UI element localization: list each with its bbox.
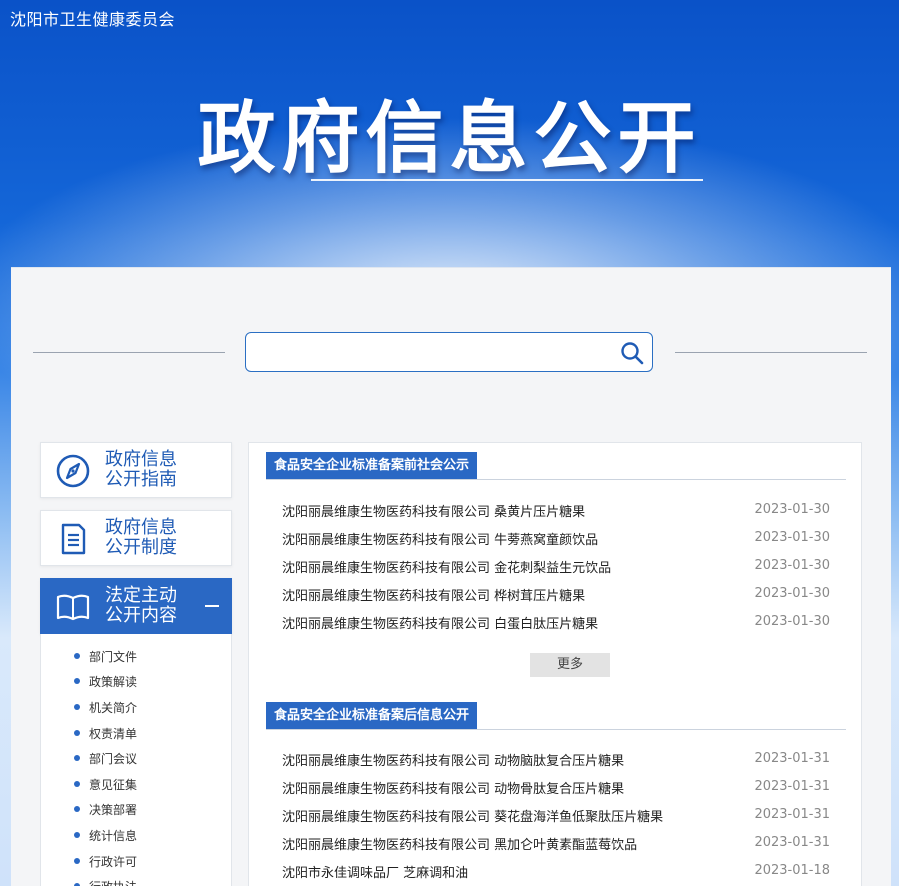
section-title[interactable]: 食品安全企业标准备案前社会公示: [266, 452, 478, 479]
list-item[interactable]: 沈阳丽晨维康生物医药科技有限公司 桦树茸压片糖果 2023-01-30: [282, 585, 830, 607]
sidebar-card-guide[interactable]: 政府信息 公开指南: [40, 442, 232, 498]
content-area: 食品安全企业标准备案前社会公示 沈阳丽晨维康生物医药科技有限公司 桑黄片压片糖果…: [248, 442, 862, 886]
search-input[interactable]: [254, 339, 604, 365]
search-icon[interactable]: [620, 341, 644, 365]
bullet-icon: [74, 781, 80, 787]
list-item[interactable]: 沈阳丽晨维康生物医药科技有限公司 金花刺梨益生元饮品 2023-01-30: [282, 557, 830, 579]
bullet-icon: [74, 704, 80, 710]
bullet-icon: [74, 858, 80, 864]
bullet-icon: [74, 832, 80, 838]
bullet-icon: [74, 806, 80, 812]
sidebar-card-label: 政府信息 公开制度: [105, 517, 177, 558]
section-title[interactable]: 食品安全企业标准备案后信息公开: [266, 702, 478, 729]
site-name[interactable]: 沈阳市卫生健康委员会: [10, 6, 175, 30]
section-header: 食品安全企业标准备案后信息公开: [266, 702, 846, 730]
title-underline: [311, 179, 703, 181]
list-item[interactable]: 沈阳丽晨维康生物医药科技有限公司 牛蒡燕窝童颜饮品 2023-01-30: [282, 529, 830, 551]
sidebar-card-statutory[interactable]: 法定主动 公开内容: [40, 578, 232, 634]
list-item[interactable]: 沈阳丽晨维康生物医药科技有限公司 动物骨肽复合压片糖果 2023-01-31: [282, 778, 830, 800]
more-button[interactable]: 更多: [530, 653, 610, 677]
sidebar-card-label: 政府信息 公开指南: [105, 449, 177, 490]
bullet-icon: [74, 730, 80, 736]
book-icon: [56, 594, 90, 621]
search-box: [245, 332, 653, 372]
list-item[interactable]: 沈阳丽晨维康生物医药科技有限公司 动物脑肽复合压片糖果 2023-01-31: [282, 750, 830, 772]
list-item[interactable]: 沈阳丽晨维康生物医药科技有限公司 白蛋白肽压片糖果 2023-01-30: [282, 613, 830, 635]
bullet-icon: [74, 678, 80, 684]
search-divider-left: [33, 352, 225, 353]
list-item[interactable]: 沈阳丽晨维康生物医药科技有限公司 葵花盘海洋鱼低聚肽压片糖果 2023-01-31: [282, 806, 830, 828]
list-item[interactable]: 沈阳丽晨维康生物医药科技有限公司 黑加仑叶黄素酯蓝莓饮品 2023-01-31: [282, 834, 830, 856]
bullet-icon: [74, 653, 80, 659]
sidebar-card-system[interactable]: 政府信息 公开制度: [40, 510, 232, 566]
list-item[interactable]: 沈阳市永佳调味品厂 芝麻调和油 2023-01-18: [282, 862, 830, 884]
search-divider-right: [675, 352, 867, 353]
section-header: 食品安全企业标准备案前社会公示: [266, 452, 846, 480]
page-title: 政府信息公开: [197, 94, 702, 184]
bullet-icon: [74, 755, 80, 761]
document-icon: [61, 523, 86, 555]
collapse-icon[interactable]: [205, 605, 219, 607]
compass-icon: [56, 454, 90, 488]
list-item[interactable]: 沈阳丽晨维康生物医药科技有限公司 桑黄片压片糖果 2023-01-30: [282, 501, 830, 523]
sidebar-sub-list: 部门文件 政策解读 机关简介 权责清单 部门会议 意见征集 决策部署 统计信息 …: [40, 634, 232, 886]
